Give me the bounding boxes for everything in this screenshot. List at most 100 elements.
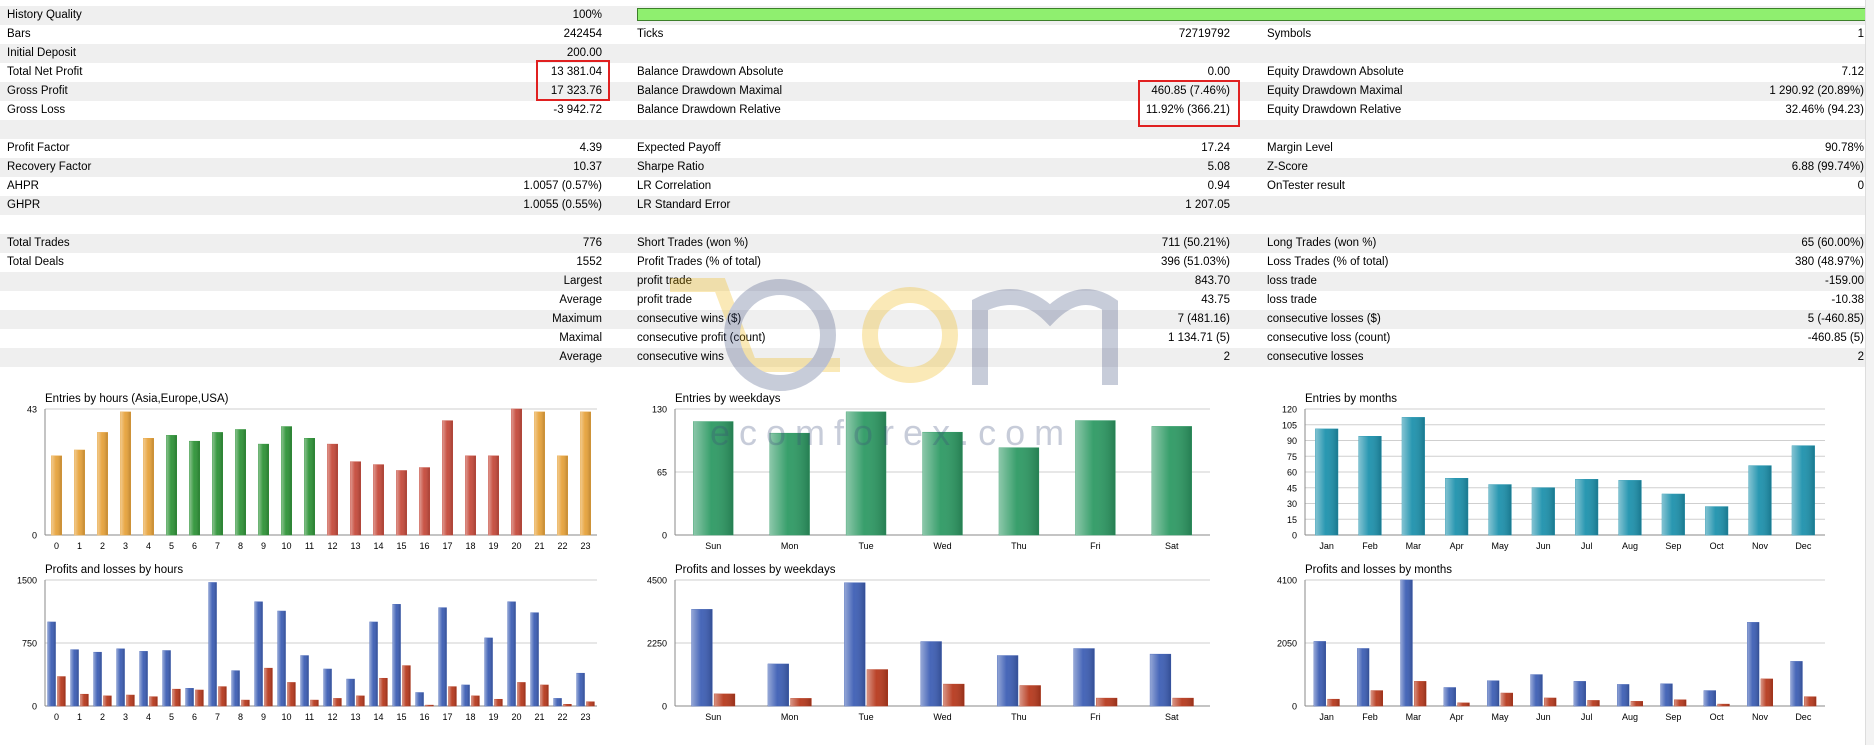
x-tick-label: 15 — [396, 712, 406, 722]
x-tick-label: 13 — [350, 541, 360, 551]
bar-shade — [149, 696, 158, 706]
bar-shade — [97, 432, 108, 535]
bar-shade — [235, 429, 246, 535]
chart-title: Profits and losses by months — [1305, 564, 1452, 576]
x-tick-label: 14 — [373, 541, 383, 551]
x-tick-label: Dec — [1795, 712, 1812, 722]
chart-0: Entries by hours (Asia,Europe,USA)0430 1 2… — [27, 393, 597, 551]
x-tick-label: 18 — [465, 712, 475, 722]
bar-shade — [790, 698, 812, 706]
bar-shade — [1703, 690, 1716, 706]
y-tick-label: 1500 — [17, 576, 37, 586]
bar-shade — [461, 685, 470, 706]
x-tick-label: 0 — [54, 541, 59, 551]
bar-shade — [189, 441, 200, 535]
bar-shade — [1748, 465, 1772, 535]
bar-shade — [507, 601, 516, 706]
x-tick-label: 9 — [261, 712, 266, 722]
chart-1: Entries by weekdays 0 65 130 Sun Mon Tue Wed Thu… — [652, 393, 1210, 551]
bar-shade — [1443, 687, 1456, 706]
bar-shade — [300, 655, 309, 706]
x-tick-label: Jan — [1319, 712, 1334, 722]
bar-shade — [586, 701, 595, 706]
bar-shade — [1487, 680, 1499, 706]
bar-shade — [310, 700, 319, 706]
chart-5: Profits and losses by months 0 2050 4100 Jan… — [1277, 564, 1825, 722]
bar-shade — [540, 685, 549, 706]
x-tick-label: 3 — [123, 712, 128, 722]
bar-shade — [553, 698, 562, 706]
vertical-scrollbar[interactable] — [1865, 0, 1874, 745]
bar-shade — [1705, 506, 1728, 535]
bar-shade — [185, 688, 194, 706]
bar-shade — [120, 411, 131, 535]
x-tick-label: Sat — [1165, 712, 1179, 722]
bar-shade — [1544, 698, 1557, 706]
bar-shade — [1488, 484, 1512, 535]
bar-shade — [1327, 699, 1340, 706]
bar-shade — [1402, 417, 1425, 535]
x-tick-label: 10 — [281, 541, 291, 551]
bar-shade — [356, 695, 365, 706]
bar-shade — [1617, 684, 1629, 706]
x-tick-label: 19 — [488, 541, 498, 551]
x-tick-label: May — [1491, 712, 1509, 722]
x-tick-label: Mar — [1406, 541, 1422, 551]
y-tick-label: 30 — [1287, 499, 1297, 509]
chart-title: Profits and losses by weekdays — [675, 564, 836, 576]
x-tick-label: Oct — [1710, 712, 1725, 722]
bar-shade — [241, 700, 250, 706]
bar-shade — [471, 695, 480, 706]
y-tick-label: 0 — [1292, 702, 1297, 712]
x-tick-label: 7 — [215, 541, 220, 551]
bar-shade — [442, 420, 453, 535]
bar-shade — [534, 411, 545, 535]
bar-shade — [1573, 681, 1586, 706]
bar-shade — [139, 651, 148, 706]
bar-shade — [576, 673, 585, 706]
bar-shade — [1790, 661, 1803, 706]
x-tick-label: Sat — [1165, 541, 1179, 551]
bar-shade — [1747, 622, 1759, 706]
x-tick-label: Fri — [1090, 712, 1101, 722]
bar-shade — [172, 689, 181, 706]
bar-shade — [373, 464, 384, 535]
x-tick-label: 8 — [238, 712, 243, 722]
bar-shade — [1315, 428, 1338, 535]
bar-shade — [93, 652, 102, 706]
bar-shade — [1587, 700, 1600, 706]
chart-2: Entries by months 0 15 30 45 60 75 90 105 120 Jan F… — [1282, 393, 1825, 551]
bar-shade — [379, 678, 388, 706]
y-tick-label: 90 — [1287, 436, 1297, 446]
bar-shade — [693, 421, 734, 535]
bar-shade — [867, 669, 888, 706]
x-tick-label: 1 — [77, 541, 82, 551]
x-tick-label: 22 — [557, 541, 567, 551]
bar-shade — [51, 455, 62, 535]
chart-3: Profits and losses by hours075015000 1 2 3 4… — [17, 564, 597, 722]
x-tick-label: 11 — [305, 541, 314, 551]
bar-shade — [488, 455, 499, 535]
bar-shade — [997, 655, 1018, 706]
bar-shade — [691, 609, 713, 706]
x-tick-label: 20 — [511, 712, 521, 722]
bar-shade — [47, 622, 56, 706]
x-tick-label: 6 — [192, 541, 197, 551]
x-tick-label: 0 — [54, 712, 59, 722]
x-tick-label: 7 — [215, 712, 220, 722]
x-tick-label: Mon — [781, 541, 799, 551]
bar-shade — [346, 679, 355, 706]
bar-shade — [425, 705, 434, 706]
x-tick-label: Sep — [1665, 541, 1681, 551]
x-tick-label: Jul — [1581, 712, 1593, 722]
chart-title: Entries by months — [1305, 393, 1397, 405]
bar-shade — [1457, 702, 1470, 706]
y-tick-label: 45 — [1287, 483, 1297, 493]
bar-shade — [1530, 674, 1543, 706]
bar-shade — [1096, 698, 1117, 706]
y-tick-label: 130 — [652, 405, 667, 415]
bar-shade — [438, 607, 447, 706]
x-tick-label: 17 — [442, 712, 452, 722]
x-tick-label: 14 — [373, 712, 383, 722]
x-tick-label: Aug — [1622, 712, 1638, 722]
